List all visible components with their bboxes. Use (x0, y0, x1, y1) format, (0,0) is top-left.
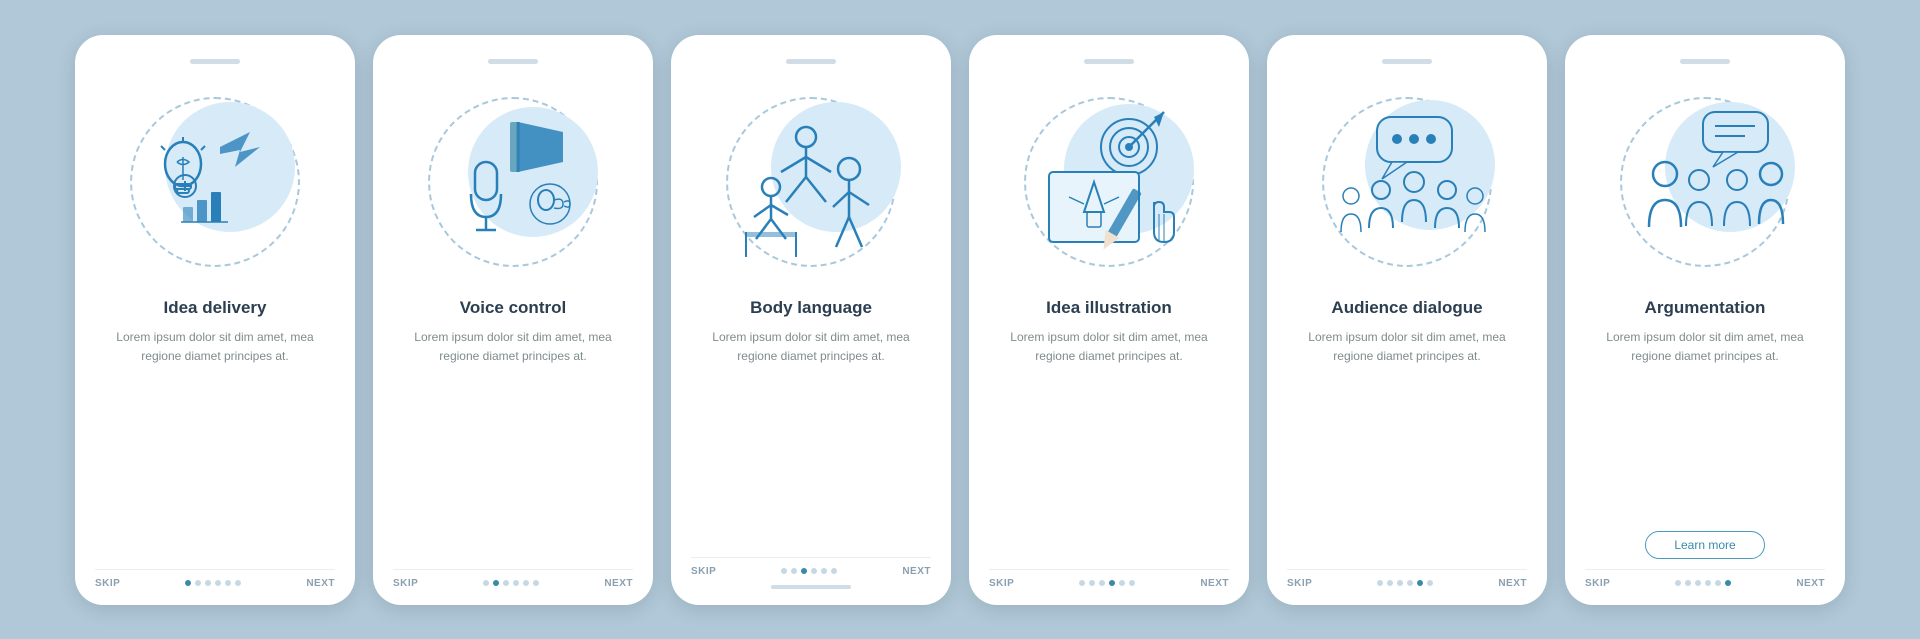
dot-2[interactable] (801, 568, 807, 574)
dot-4[interactable] (523, 580, 529, 586)
dot-5[interactable] (831, 568, 837, 574)
dot-4[interactable] (821, 568, 827, 574)
card-footer: SKIP NEXT (1287, 569, 1527, 589)
dot-0[interactable] (483, 580, 489, 586)
learn-more-button[interactable]: Learn more (1645, 531, 1764, 559)
card-body: Lorem ipsum dolor sit dim amet, mea regi… (989, 328, 1229, 555)
card-title: Idea illustration (1046, 298, 1172, 318)
dot-5[interactable] (533, 580, 539, 586)
dot-2[interactable] (503, 580, 509, 586)
illustration-idea-delivery (115, 82, 315, 282)
dot-2[interactable] (1099, 580, 1105, 586)
phone-card-idea-delivery: Idea delivery Lorem ipsum dolor sit dim … (75, 35, 355, 605)
pagination-dots (1079, 580, 1135, 586)
card-footer: SKIP NEXT (989, 569, 1229, 589)
dot-0[interactable] (1079, 580, 1085, 586)
skip-label[interactable]: SKIP (691, 566, 716, 577)
card-title: Audience dialogue (1331, 298, 1482, 318)
dot-2[interactable] (1397, 580, 1403, 586)
next-label[interactable]: NEXT (1498, 578, 1527, 589)
illustration-audience-dialogue (1307, 82, 1507, 282)
phone-card-argumentation: Argumentation Lorem ipsum dolor sit dim … (1565, 35, 1845, 605)
dot-0[interactable] (185, 580, 191, 586)
dot-0[interactable] (781, 568, 787, 574)
dot-4[interactable] (225, 580, 231, 586)
skip-label[interactable]: SKIP (1585, 578, 1610, 589)
dot-1[interactable] (195, 580, 201, 586)
dot-3[interactable] (215, 580, 221, 586)
dot-0[interactable] (1675, 580, 1681, 586)
argumentation-icon (1625, 102, 1785, 262)
card-footer: SKIP NEXT (691, 557, 931, 577)
dot-4[interactable] (1715, 580, 1721, 586)
dot-1[interactable] (1089, 580, 1095, 586)
voice-control-icon (433, 102, 593, 262)
dot-1[interactable] (1685, 580, 1691, 586)
card-title: Argumentation (1645, 298, 1766, 318)
dot-4[interactable] (1119, 580, 1125, 586)
card-footer: SKIP NEXT (393, 569, 633, 589)
card-body: Lorem ipsum dolor sit dim amet, mea regi… (95, 328, 335, 555)
card-body: Lorem ipsum dolor sit dim amet, mea regi… (691, 328, 931, 543)
body-language-icon (731, 102, 891, 262)
dot-3[interactable] (513, 580, 519, 586)
next-label[interactable]: NEXT (604, 578, 633, 589)
card-footer: SKIP NEXT (95, 569, 335, 589)
pagination-dots (1377, 580, 1433, 586)
dot-2[interactable] (1695, 580, 1701, 586)
dot-1[interactable] (791, 568, 797, 574)
dot-3[interactable] (1109, 580, 1115, 586)
illustration-body-language (711, 82, 911, 282)
phone-card-body-language: Body language Lorem ipsum dolor sit dim … (671, 35, 951, 605)
skip-label[interactable]: SKIP (393, 578, 418, 589)
skip-label[interactable]: SKIP (989, 578, 1014, 589)
illustration-argumentation (1605, 82, 1805, 282)
card-body: Lorem ipsum dolor sit dim amet, mea regi… (1287, 328, 1527, 555)
pagination-dots (483, 580, 539, 586)
next-label[interactable]: NEXT (1200, 578, 1229, 589)
dot-4[interactable] (1417, 580, 1423, 586)
next-label[interactable]: NEXT (1796, 578, 1825, 589)
dot-5[interactable] (1427, 580, 1433, 586)
card-title: Body language (750, 298, 872, 318)
dot-3[interactable] (1407, 580, 1413, 586)
skip-label[interactable]: SKIP (1287, 578, 1312, 589)
phone-card-voice-control: Voice control Lorem ipsum dolor sit dim … (373, 35, 653, 605)
card-body: Lorem ipsum dolor sit dim amet, mea regi… (1585, 328, 1825, 517)
card-footer: SKIP NEXT (1585, 569, 1825, 589)
dot-5[interactable] (1725, 580, 1731, 586)
next-label[interactable]: NEXT (902, 566, 931, 577)
dot-3[interactable] (811, 568, 817, 574)
idea-illustration-icon (1029, 102, 1189, 262)
audience-dialogue-icon (1327, 102, 1487, 262)
dot-3[interactable] (1705, 580, 1711, 586)
skip-label[interactable]: SKIP (95, 578, 120, 589)
dot-5[interactable] (235, 580, 241, 586)
dot-2[interactable] (205, 580, 211, 586)
card-title: Idea delivery (163, 298, 266, 318)
dot-1[interactable] (493, 580, 499, 586)
pagination-dots (185, 580, 241, 586)
dot-0[interactable] (1377, 580, 1383, 586)
phone-card-idea-illustration: Idea illustration Lorem ipsum dolor sit … (969, 35, 1249, 605)
bottom-bar (771, 585, 851, 589)
cards-container: Idea delivery Lorem ipsum dolor sit dim … (45, 11, 1875, 629)
pagination-dots (781, 568, 837, 574)
phone-card-audience-dialogue: Audience dialogue Lorem ipsum dolor sit … (1267, 35, 1547, 605)
card-body: Lorem ipsum dolor sit dim amet, mea regi… (393, 328, 633, 555)
pagination-dots (1675, 580, 1731, 586)
dot-1[interactable] (1387, 580, 1393, 586)
illustration-voice-control (413, 82, 613, 282)
card-title: Voice control (460, 298, 566, 318)
next-label[interactable]: NEXT (306, 578, 335, 589)
illustration-idea-illustration (1009, 82, 1209, 282)
dot-5[interactable] (1129, 580, 1135, 586)
idea-delivery-icon (135, 102, 295, 262)
